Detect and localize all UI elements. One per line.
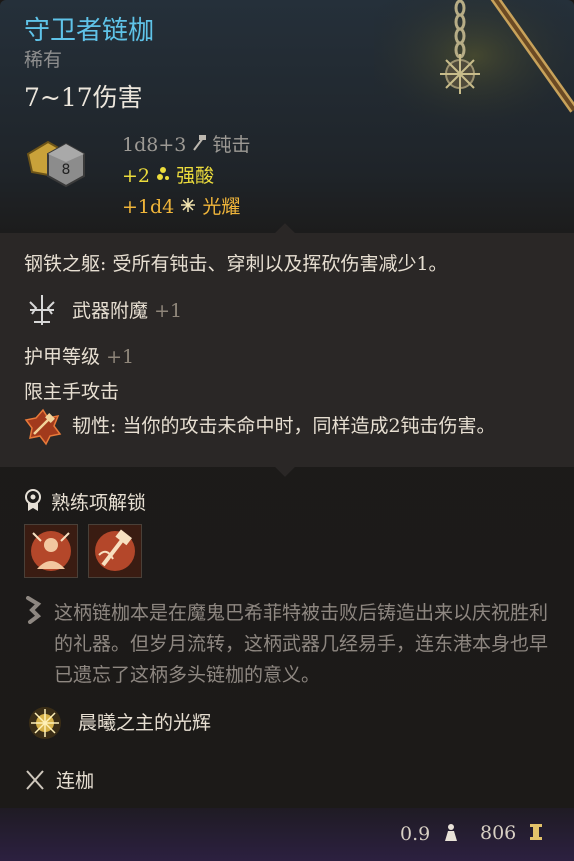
passive-text: 受所有钝击、穿刺以及挥砍伤害减少1。 <box>112 253 448 275</box>
price-display: 806 <box>480 822 544 844</box>
passive-line: 钢铁之躯: 受所有钝击、穿刺以及挥砍伤害减少1。 <box>24 251 448 277</box>
weapon-type-icon <box>24 768 46 792</box>
armor-value: +1 <box>106 346 135 368</box>
armor-line: 护甲等级 +1 <box>24 344 134 370</box>
dice-icon: 8 <box>24 136 90 196</box>
item-rarity: 稀有 <box>24 49 63 71</box>
gold-icon <box>530 824 543 840</box>
damage-acid-type: 强酸 <box>176 165 215 187</box>
bludgeon-icon <box>192 134 212 156</box>
damage-breakdown: 8 1d8+3 钝击 +2 强酸 +1d4 光耀 <box>24 130 424 230</box>
enchant-value: +1 <box>154 300 183 322</box>
enchant-icon <box>24 292 60 328</box>
damage-radiant-line: +1d4 光耀 <box>122 192 250 223</box>
item-name: 守卫者链枷 <box>24 16 155 46</box>
weight-display: 0.9 <box>400 822 460 845</box>
skill-icon-1[interactable] <box>24 524 78 578</box>
tooltip-panel: 守卫者链枷 稀有 7~17伤害 8 1d8+3 钝击 +2 强酸 +1d4 光耀… <box>0 0 574 861</box>
damage-base-line: 1d8+3 钝击 <box>122 130 250 161</box>
passive-name: 钢铁之躯: <box>24 253 107 275</box>
armor-label: 护甲等级 <box>24 346 101 368</box>
toughness-text: 当你的攻击未命中时，同样造成2钝击伤害。 <box>122 415 496 437</box>
price-value: 806 <box>480 822 517 844</box>
toughness-line: 韧性: 当你的攻击未命中时，同样造成2钝击伤害。 <box>72 413 496 439</box>
radiant-icon <box>180 196 202 218</box>
lore-icon <box>24 596 42 624</box>
weight-value: 0.9 <box>400 823 431 845</box>
damage-lines: 1d8+3 钝击 +2 强酸 +1d4 光耀 <box>122 130 250 223</box>
acid-icon <box>156 165 176 187</box>
proficiency-title: 熟练项解锁 <box>51 492 147 514</box>
damage-acid-value: +2 <box>122 165 151 187</box>
damage-radiant-value: +1d4 <box>122 196 175 218</box>
aura-icon <box>28 706 62 740</box>
toughness-icon <box>24 408 62 446</box>
damage-radiant-type: 光耀 <box>202 196 241 218</box>
damage-summary: 7~17伤害 <box>24 83 143 112</box>
damage-base-type: 钝击 <box>212 134 251 156</box>
damage-base: 1d8+3 <box>122 134 187 156</box>
weapon-type: 连枷 <box>56 770 95 792</box>
damage-acid-line: +2 强酸 <box>122 161 250 192</box>
skill-icon-2[interactable] <box>88 524 142 578</box>
enchant-label: 武器附魔 <box>72 300 149 322</box>
aura-name: 晨曦之主的光辉 <box>78 712 212 734</box>
toughness-name: 韧性: <box>72 415 117 437</box>
proficiency-icon <box>24 488 42 512</box>
dice-label: 8 <box>62 162 71 178</box>
mainhand-only: 限主手攻击 <box>24 381 120 403</box>
weight-icon <box>445 824 458 841</box>
enchant-line: 武器附魔 +1 <box>72 298 182 324</box>
lore-text: 这柄链枷本是在魔鬼巴希菲特被击败后铸造出来以庆祝胜利的礼器。但岁月流转，这柄武器… <box>54 602 549 686</box>
item-header: 守卫者链枷 稀有 7~17伤害 8 1d8+3 钝击 +2 强酸 +1d4 光耀 <box>24 14 550 234</box>
